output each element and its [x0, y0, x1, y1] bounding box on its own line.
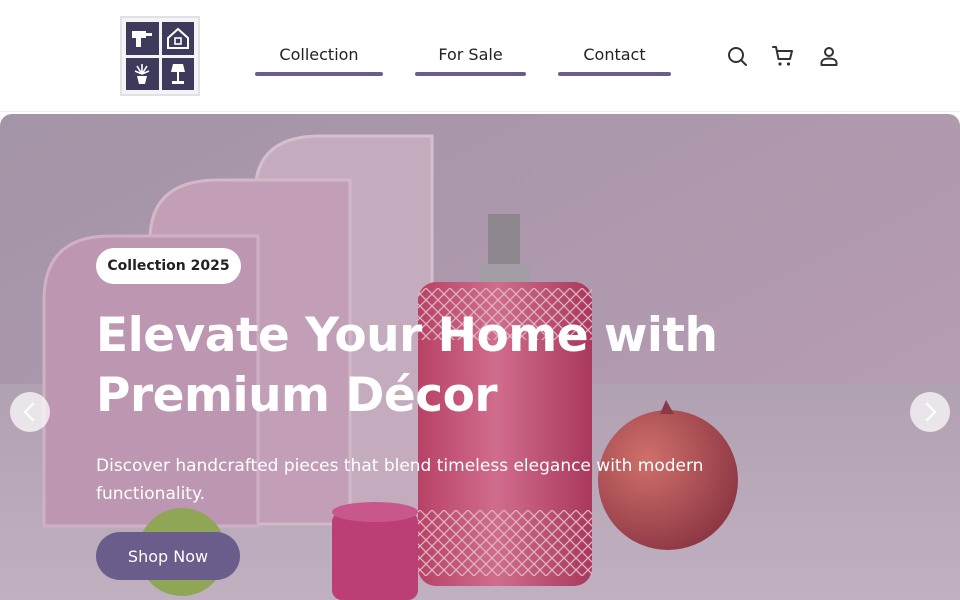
- hero-headline-line2: Premium Décor: [96, 368, 498, 423]
- cart-icon[interactable]: [771, 44, 795, 68]
- house-icon: [161, 22, 194, 55]
- nav-collection-label: Collection: [279, 45, 359, 64]
- nav-for-sale[interactable]: For Sale: [415, 44, 526, 76]
- drill-icon: [126, 22, 159, 55]
- hero-subtext: Discover handcrafted pieces that blend t…: [96, 456, 704, 504]
- hero-banner: Collection 2025 Elevate Your Home with P…: [0, 114, 960, 600]
- collection-badge: Collection 2025: [96, 248, 241, 284]
- brand-logo[interactable]: [120, 16, 200, 96]
- shop-now-button[interactable]: Shop Now: [96, 532, 240, 580]
- nav-collection[interactable]: Collection: [255, 44, 383, 76]
- plant-icon: [126, 57, 159, 90]
- lamp-icon: [161, 57, 194, 90]
- carousel-next-button[interactable]: [910, 392, 950, 432]
- carousel-prev-button[interactable]: [10, 392, 50, 432]
- nav-contact[interactable]: Contact: [558, 44, 671, 76]
- search-icon[interactable]: [725, 44, 749, 68]
- site-header: Collection For Sale Contact: [0, 0, 960, 112]
- nav-for-sale-label: For Sale: [438, 45, 503, 64]
- hero-headline-line1: Elevate Your Home with: [96, 308, 718, 363]
- chevron-left-icon: [23, 402, 35, 422]
- chevron-right-icon: [925, 402, 937, 422]
- nav-contact-label: Contact: [583, 45, 646, 64]
- hero-headline: Elevate Your Home with Premium Décor: [96, 306, 718, 426]
- user-icon[interactable]: [817, 44, 841, 68]
